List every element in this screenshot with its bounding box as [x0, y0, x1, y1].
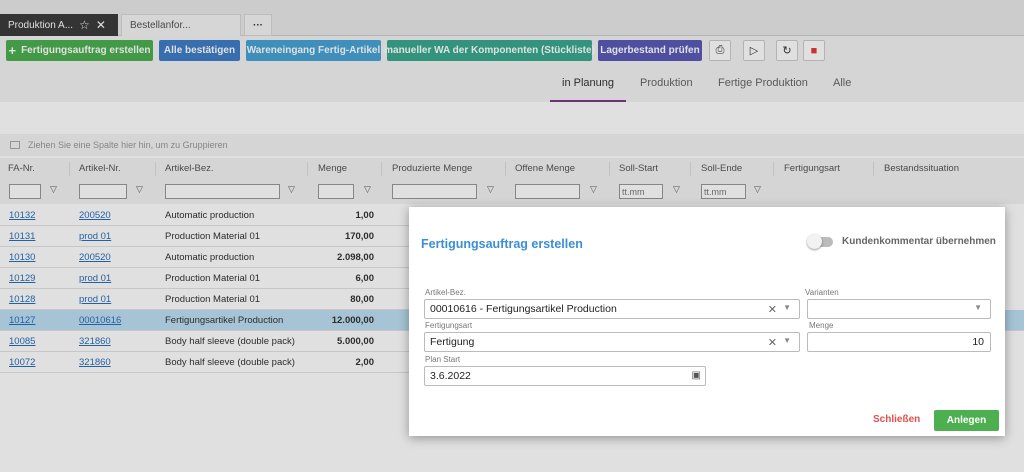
clear-icon[interactable]: ✕ [768, 336, 777, 349]
clear-icon[interactable]: ✕ [768, 303, 777, 316]
varianten-select[interactable]: ▼ [807, 299, 991, 319]
varianten-field-label: Varianten [805, 288, 839, 297]
artikel-field-label: Artikel-Bez. [425, 288, 466, 297]
chevron-down-icon[interactable]: ▼ [974, 303, 982, 312]
create-order-dialog: Fertigungsauftrag erstellen Kundenkommen… [409, 207, 1005, 436]
add-button[interactable]: Anlegen [934, 410, 999, 431]
fertigungsart-select-value: Fertigung [430, 336, 475, 348]
fertigungsart-field-label: Fertigungsart [425, 321, 473, 330]
customer-comment-toggle[interactable] [807, 234, 833, 249]
artikel-select[interactable]: 00010616 - Fertigungsartikel Production … [424, 299, 800, 319]
chevron-down-icon[interactable]: ▼ [783, 303, 791, 312]
planstart-date-input[interactable]: 3.6.2022 ▣ [424, 366, 706, 386]
planstart-field-label: Plan Start [425, 355, 461, 364]
add-button-label: Anlegen [946, 415, 987, 426]
close-button[interactable]: Schließen [873, 414, 920, 425]
customer-comment-label: Kundenkommentar übernehmen [842, 236, 996, 247]
chevron-down-icon[interactable]: ▼ [783, 336, 791, 345]
calendar-icon[interactable]: ▣ [692, 370, 701, 381]
dialog-title: Fertigungsauftrag erstellen [421, 237, 583, 251]
fertigungsart-select[interactable]: Fertigung ✕ ▼ [424, 332, 800, 352]
artikel-select-value: 00010616 - Fertigungsartikel Production [430, 303, 617, 315]
menge-input-value: 10 [972, 336, 984, 348]
menge-field-label: Menge [809, 321, 834, 330]
planstart-date-value: 3.6.2022 [430, 370, 471, 382]
toggle-knob [807, 234, 822, 249]
menge-input[interactable]: 10 [807, 332, 991, 352]
